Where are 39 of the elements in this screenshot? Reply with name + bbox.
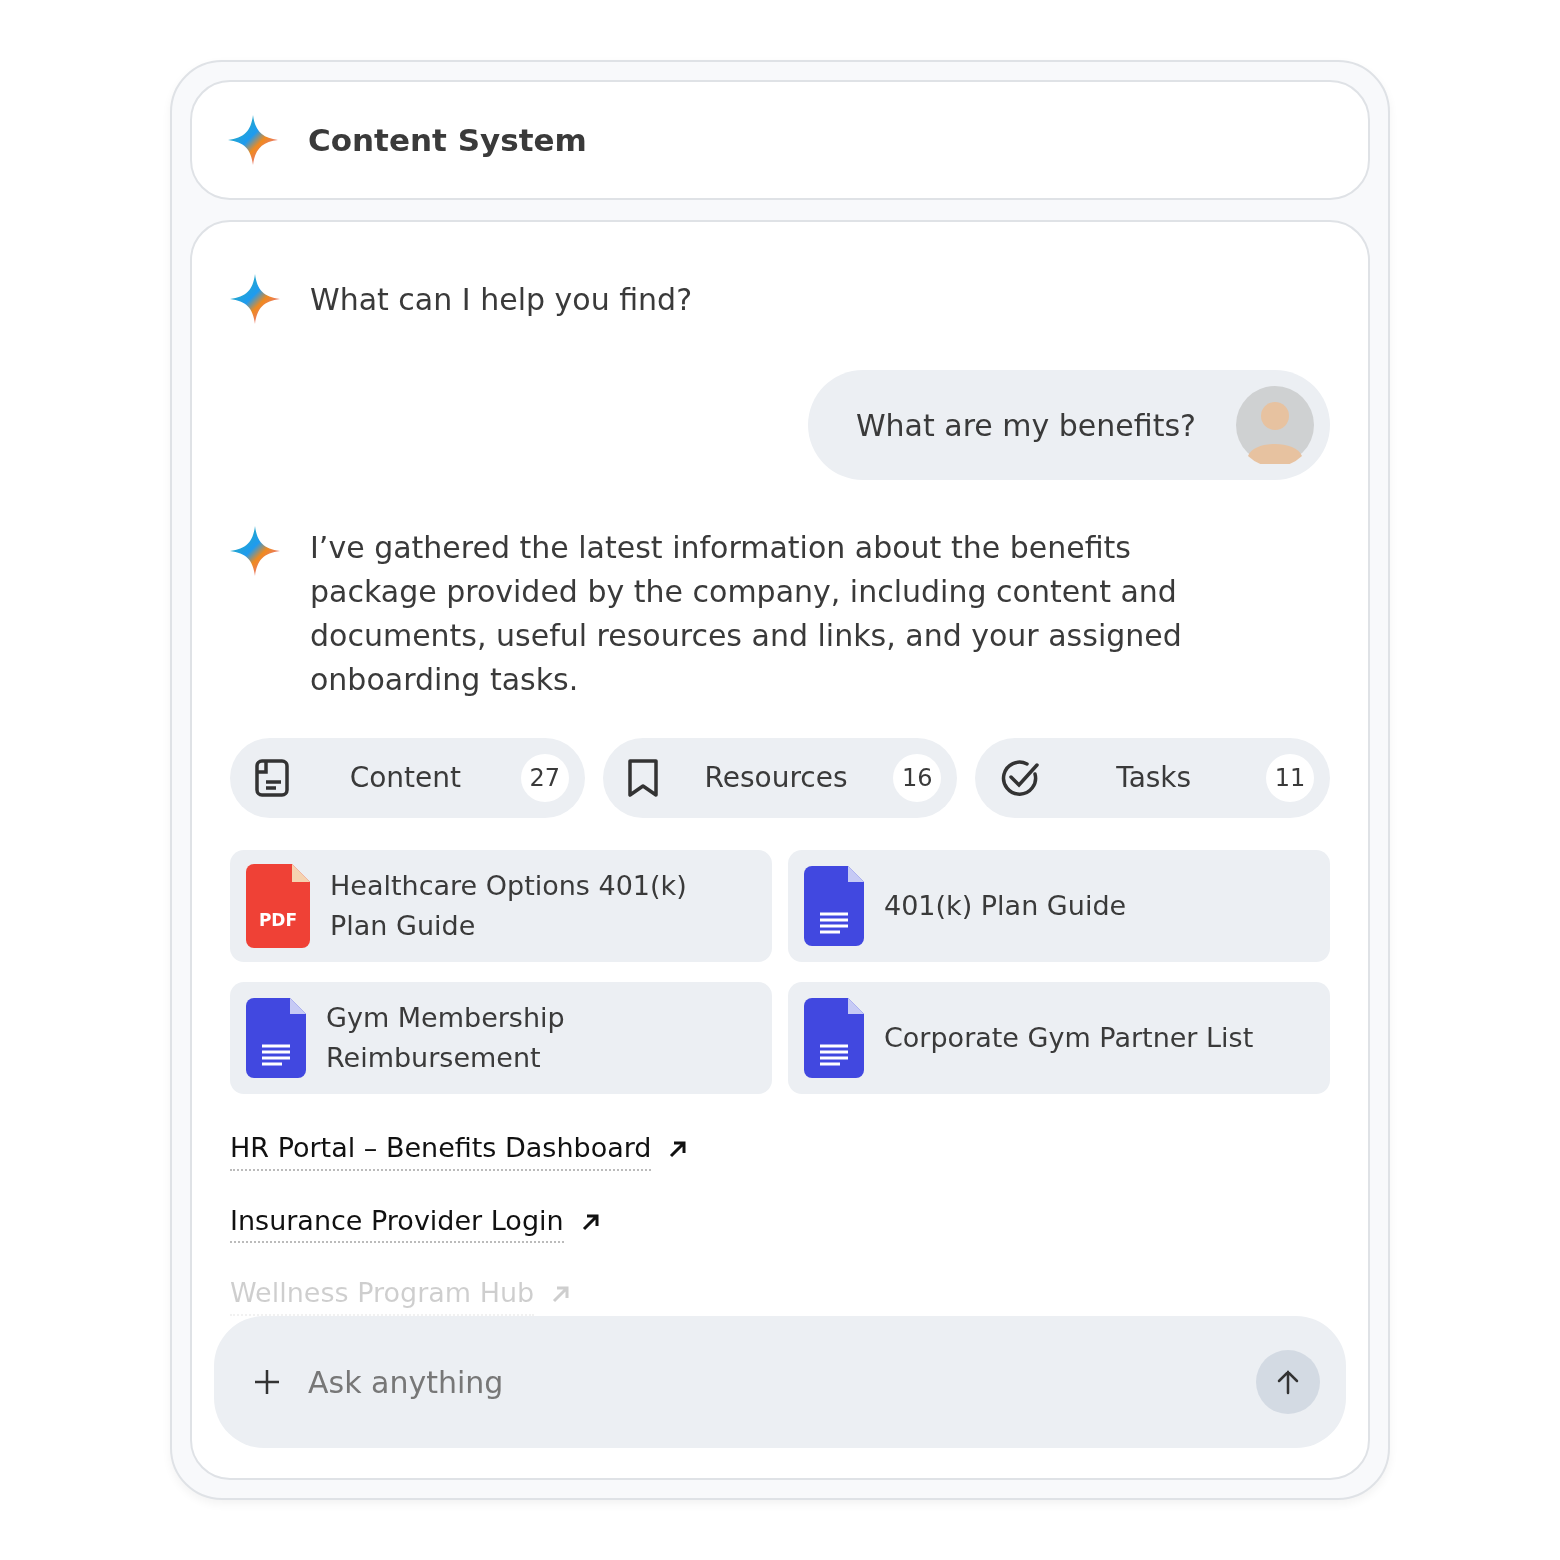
tab[interactable]: Tasks 11 [975,738,1330,818]
check-circle-icon [999,757,1042,799]
user-message: What are my benefits? [855,406,1196,445]
document-icon [254,758,290,798]
external-link-icon [669,1140,688,1159]
sparkle-icon [228,115,278,165]
count-badge: 27 [520,754,569,802]
file-title: Gym Membership Reimbursement [326,1001,566,1075]
message-input[interactable]: Ask anything [306,1358,1230,1406]
tab[interactable]: Resources 16 [602,738,958,818]
file-title: Healthcare Options 401(k) Plan Guide [330,869,688,943]
message-field[interactable]: Ask anything [214,1316,1346,1448]
file-card[interactable]: PDF Healthcare Options 401(k) Plan Guide [230,850,772,962]
file-title: Corporate Gym Partner List [884,1021,1254,1055]
plus-icon [254,1369,280,1395]
link[interactable]: HR Portal – Benefits Dashboard [230,1128,652,1171]
file-card[interactable]: Corporate Gym Partner List [788,982,1330,1094]
arrow-up-icon [1275,1369,1301,1395]
bookmark-icon [626,758,659,798]
app-title: Content System [308,120,587,160]
sparkle-icon [230,274,280,324]
pdf-file-icon: PDF [246,864,310,948]
document-file-icon [804,998,864,1078]
document-file-icon [804,866,864,946]
assistant-message: What can I help you find? [310,280,693,319]
count-badge: 16 [893,754,942,802]
link[interactable]: Insurance Provider Login [230,1200,564,1243]
add-button[interactable] [254,1369,280,1395]
file-card[interactable]: 401(k) Plan Guide [788,850,1330,962]
external-link-icon [552,1285,571,1304]
count-badge: 11 [1266,754,1314,802]
document-file-icon [246,998,306,1078]
tab[interactable]: Content 27 [230,738,585,818]
sparkle-icon [230,526,280,576]
external-link-icon [581,1212,600,1231]
assistant-message: I’ve gathered the latest information about the benefits package provided by the company, including content and documents, useful resources and links, and your assigned onboarding tasks. [310,529,1183,699]
file-title: 401(k) Plan Guide [884,889,1127,923]
file-card[interactable]: Gym Membership Reimbursement [230,982,772,1094]
avatar-icon [1236,386,1314,464]
